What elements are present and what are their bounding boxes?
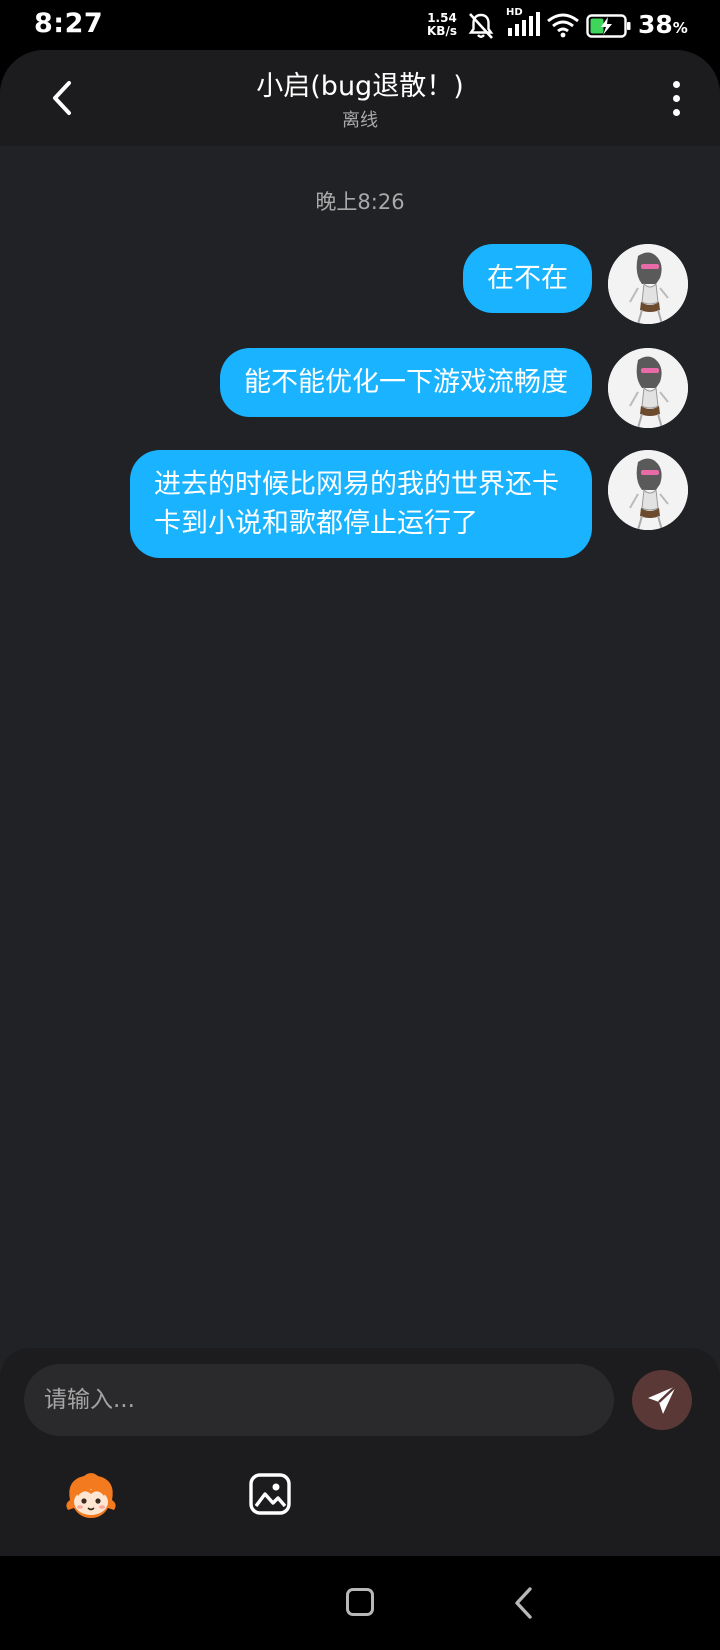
avatar[interactable] bbox=[608, 450, 688, 530]
chat-header: 小启(bug退散！) 离线 bbox=[0, 50, 720, 146]
nav-home-button[interactable] bbox=[346, 1588, 374, 1616]
nav-back-icon[interactable] bbox=[510, 1586, 538, 1620]
status-time: 8:27 bbox=[34, 8, 104, 39]
avatar[interactable] bbox=[608, 348, 688, 428]
more-dot-icon bbox=[672, 80, 680, 88]
composer bbox=[0, 1348, 720, 1556]
avatar[interactable] bbox=[608, 244, 688, 324]
emoji-mascot-icon bbox=[66, 1473, 116, 1518]
chat-screen: 小启(bug退散！) 离线 晚上8:26 在不在 能不能优化一下游戏流畅度 进去… bbox=[0, 50, 720, 1556]
battery-charging-icon bbox=[586, 14, 631, 38]
more-dot-icon bbox=[672, 94, 680, 102]
avatar-image bbox=[608, 244, 688, 324]
send-icon bbox=[648, 1385, 677, 1414]
send-button[interactable] bbox=[632, 1370, 692, 1430]
message-input[interactable] bbox=[24, 1364, 614, 1436]
more-dot-icon bbox=[672, 108, 680, 116]
battery-percent-sign: % bbox=[672, 19, 688, 37]
emoji-button[interactable] bbox=[62, 1470, 120, 1522]
mute-bell-icon bbox=[468, 13, 494, 39]
message-bubble[interactable]: 能不能优化一下游戏流畅度 bbox=[220, 348, 592, 417]
message-bubble[interactable]: 进去的时候比网易的我的世界还卡卡到小说和歌都停止运行了 bbox=[130, 450, 592, 558]
battery-percent-value: 38 bbox=[638, 10, 673, 39]
screen: 8:27 1.54 KB/s HD 38% 小启(bug退散！) 离线 晚上8:… bbox=[0, 0, 720, 1650]
chat-title: 小启(bug退散！) bbox=[256, 71, 464, 102]
message-timestamp: 晚上8:26 bbox=[315, 190, 405, 214]
battery-percent: 38% bbox=[638, 10, 688, 39]
net-speed-unit: KB/s bbox=[427, 24, 457, 38]
signal-hd-label: HD bbox=[506, 7, 523, 18]
avatar-image bbox=[608, 348, 688, 428]
chat-status: 离线 bbox=[342, 110, 378, 131]
avatar-image bbox=[608, 450, 688, 530]
message-bubble[interactable]: 在不在 bbox=[463, 244, 592, 313]
status-bar: 8:27 1.54 KB/s HD 38% bbox=[0, 0, 720, 50]
system-nav-bar bbox=[0, 1556, 720, 1650]
image-icon bbox=[249, 1473, 291, 1515]
net-speed: 1.54 KB/s bbox=[422, 12, 462, 38]
more-options-button[interactable] bbox=[660, 72, 692, 124]
wifi-icon bbox=[547, 13, 579, 38]
signal-icon: HD bbox=[506, 7, 542, 42]
image-picker-button[interactable] bbox=[248, 1472, 292, 1516]
